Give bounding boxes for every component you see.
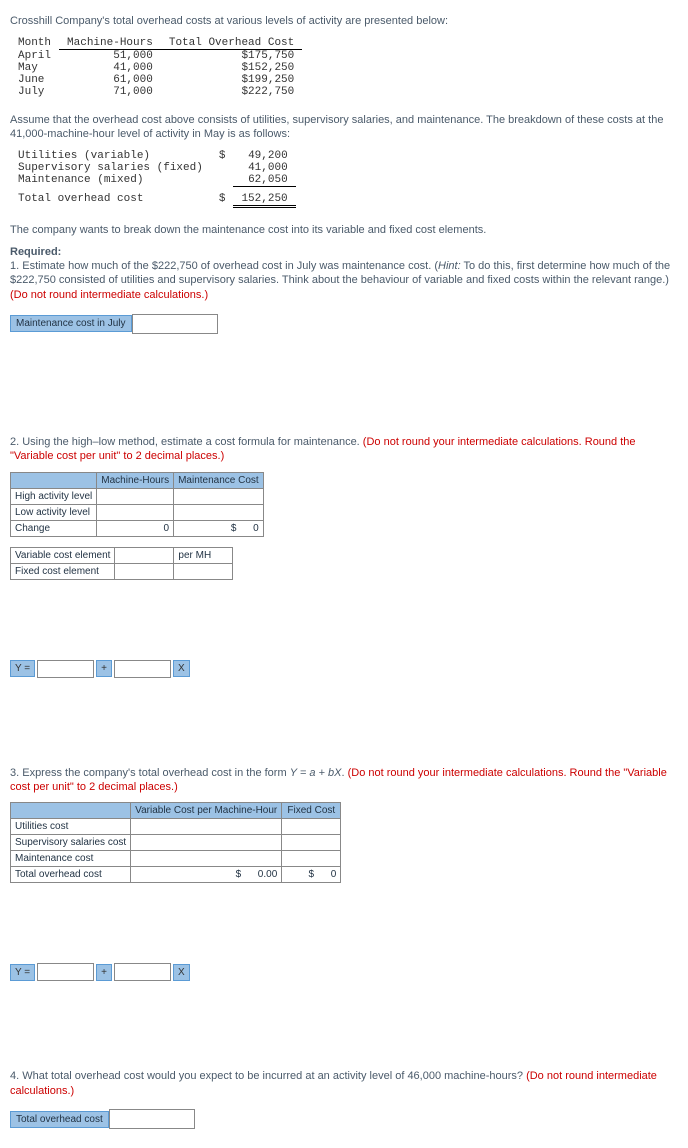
total-value: 152,250 bbox=[233, 193, 295, 207]
r bbox=[211, 174, 234, 187]
q2-table: Machine-Hours Maintenance Cost High acti… bbox=[10, 472, 264, 537]
r: 71,000 bbox=[59, 86, 161, 98]
r: Total overhead cost bbox=[11, 867, 131, 883]
r: July bbox=[10, 86, 59, 98]
q3-formula: Y = a + bX bbox=[290, 767, 342, 779]
overhead-table: Month Machine-Hours Total Overhead Cost … bbox=[10, 37, 302, 98]
r: May bbox=[10, 62, 59, 74]
q3-h2: Fixed Cost bbox=[282, 803, 341, 819]
r: April bbox=[10, 50, 59, 63]
total-vc: $ 0.00 bbox=[131, 867, 282, 883]
r: 51,000 bbox=[59, 50, 161, 63]
plus: + bbox=[96, 964, 112, 981]
q2-table2: Variable cost element per MH Fixed cost e… bbox=[10, 547, 233, 580]
r: Fixed cost element bbox=[11, 563, 115, 579]
q1-pre: 1. Estimate how much of the $222,750 of … bbox=[10, 260, 438, 272]
intro-text: Crosshill Company's total overhead costs… bbox=[10, 15, 678, 27]
th-cost: Total Overhead Cost bbox=[161, 37, 302, 50]
formula-a-input[interactable] bbox=[37, 963, 94, 981]
x-label: X bbox=[173, 660, 190, 677]
r: $152,250 bbox=[161, 62, 302, 74]
formula-b-input[interactable] bbox=[114, 963, 171, 981]
q3-h1: Variable Cost per Machine-Hour bbox=[131, 803, 282, 819]
total-label: Total overhead cost bbox=[10, 193, 211, 207]
input[interactable] bbox=[282, 835, 341, 851]
q4-text: 4. What total overhead cost would you ex… bbox=[10, 1069, 678, 1098]
q2-h2: Maintenance Cost bbox=[174, 472, 264, 488]
input[interactable] bbox=[131, 835, 282, 851]
q1-red: (Do not round intermediate calculations.… bbox=[10, 289, 208, 301]
q2-formula: Y = + X bbox=[10, 660, 678, 678]
maintenance-july-input[interactable] bbox=[132, 314, 218, 334]
r: June bbox=[10, 74, 59, 86]
q3-text: 3. Express the company's total overhead … bbox=[10, 766, 678, 795]
r: 41,000 bbox=[233, 162, 295, 174]
total-fc: $ 0 bbox=[282, 867, 341, 883]
r: Variable cost element bbox=[11, 547, 115, 563]
r: Supervisory salaries cost bbox=[11, 835, 131, 851]
th-month: Month bbox=[10, 37, 59, 50]
r bbox=[211, 162, 234, 174]
input[interactable] bbox=[174, 504, 264, 520]
input[interactable] bbox=[131, 851, 282, 867]
input[interactable] bbox=[97, 488, 174, 504]
formula-b-input[interactable] bbox=[114, 660, 171, 678]
r: 62,050 bbox=[233, 174, 295, 187]
q1-text: Required: 1. Estimate how much of the $2… bbox=[10, 245, 678, 302]
y-equals: Y = bbox=[10, 964, 35, 981]
input[interactable] bbox=[115, 547, 174, 563]
change-mh: 0 bbox=[97, 520, 174, 536]
per-mh: per MH bbox=[174, 547, 233, 563]
r: 49,200 bbox=[233, 150, 295, 162]
y-equals: Y = bbox=[10, 660, 35, 677]
r: Maintenance (mixed) bbox=[10, 174, 211, 187]
input[interactable] bbox=[282, 851, 341, 867]
hint: Hint: bbox=[438, 260, 461, 272]
breakdown-table: Utilities (variable)$49,200 Supervisory … bbox=[10, 150, 296, 208]
th-mh: Machine-Hours bbox=[59, 37, 161, 50]
assume-text: Assume that the overhead cost above cons… bbox=[10, 113, 678, 142]
r: $175,750 bbox=[161, 50, 302, 63]
input[interactable] bbox=[97, 504, 174, 520]
r: Low activity level bbox=[11, 504, 97, 520]
plus: + bbox=[96, 660, 112, 677]
r: Supervisory salaries (fixed) bbox=[10, 162, 211, 174]
r: 61,000 bbox=[59, 74, 161, 86]
input[interactable] bbox=[115, 563, 174, 579]
r: Change bbox=[11, 520, 97, 536]
r: $222,750 bbox=[161, 86, 302, 98]
total-overhead-label: Total overhead cost bbox=[10, 1111, 109, 1128]
input[interactable] bbox=[174, 488, 264, 504]
break-text: The company wants to break down the main… bbox=[10, 223, 678, 237]
q3-pre: 3. Express the company's total overhead … bbox=[10, 767, 290, 779]
q3-table: Variable Cost per Machine-Hour Fixed Cos… bbox=[10, 802, 341, 883]
q4-pre: 4. What total overhead cost would you ex… bbox=[10, 1070, 526, 1082]
r: Maintenance cost bbox=[11, 851, 131, 867]
input[interactable] bbox=[282, 819, 341, 835]
q2-h1: Machine-Hours bbox=[97, 472, 174, 488]
formula-a-input[interactable] bbox=[37, 660, 94, 678]
q2-pre: 2. Using the high–low method, estimate a… bbox=[10, 436, 363, 448]
input[interactable] bbox=[131, 819, 282, 835]
total-overhead-input[interactable] bbox=[109, 1109, 195, 1129]
required-label: Required: bbox=[10, 246, 61, 258]
x-label: X bbox=[173, 964, 190, 981]
r: $ bbox=[211, 150, 234, 162]
change-cost: $ 0 bbox=[174, 520, 264, 536]
r: Utilities cost bbox=[11, 819, 131, 835]
r: 41,000 bbox=[59, 62, 161, 74]
r: $ bbox=[211, 193, 234, 207]
r: Utilities (variable) bbox=[10, 150, 211, 162]
q3-formula-row: Y = + X bbox=[10, 963, 678, 981]
maintenance-july-label: Maintenance cost in July bbox=[10, 315, 132, 332]
q2-text: 2. Using the high–low method, estimate a… bbox=[10, 435, 678, 464]
r: $199,250 bbox=[161, 74, 302, 86]
r: High activity level bbox=[11, 488, 97, 504]
